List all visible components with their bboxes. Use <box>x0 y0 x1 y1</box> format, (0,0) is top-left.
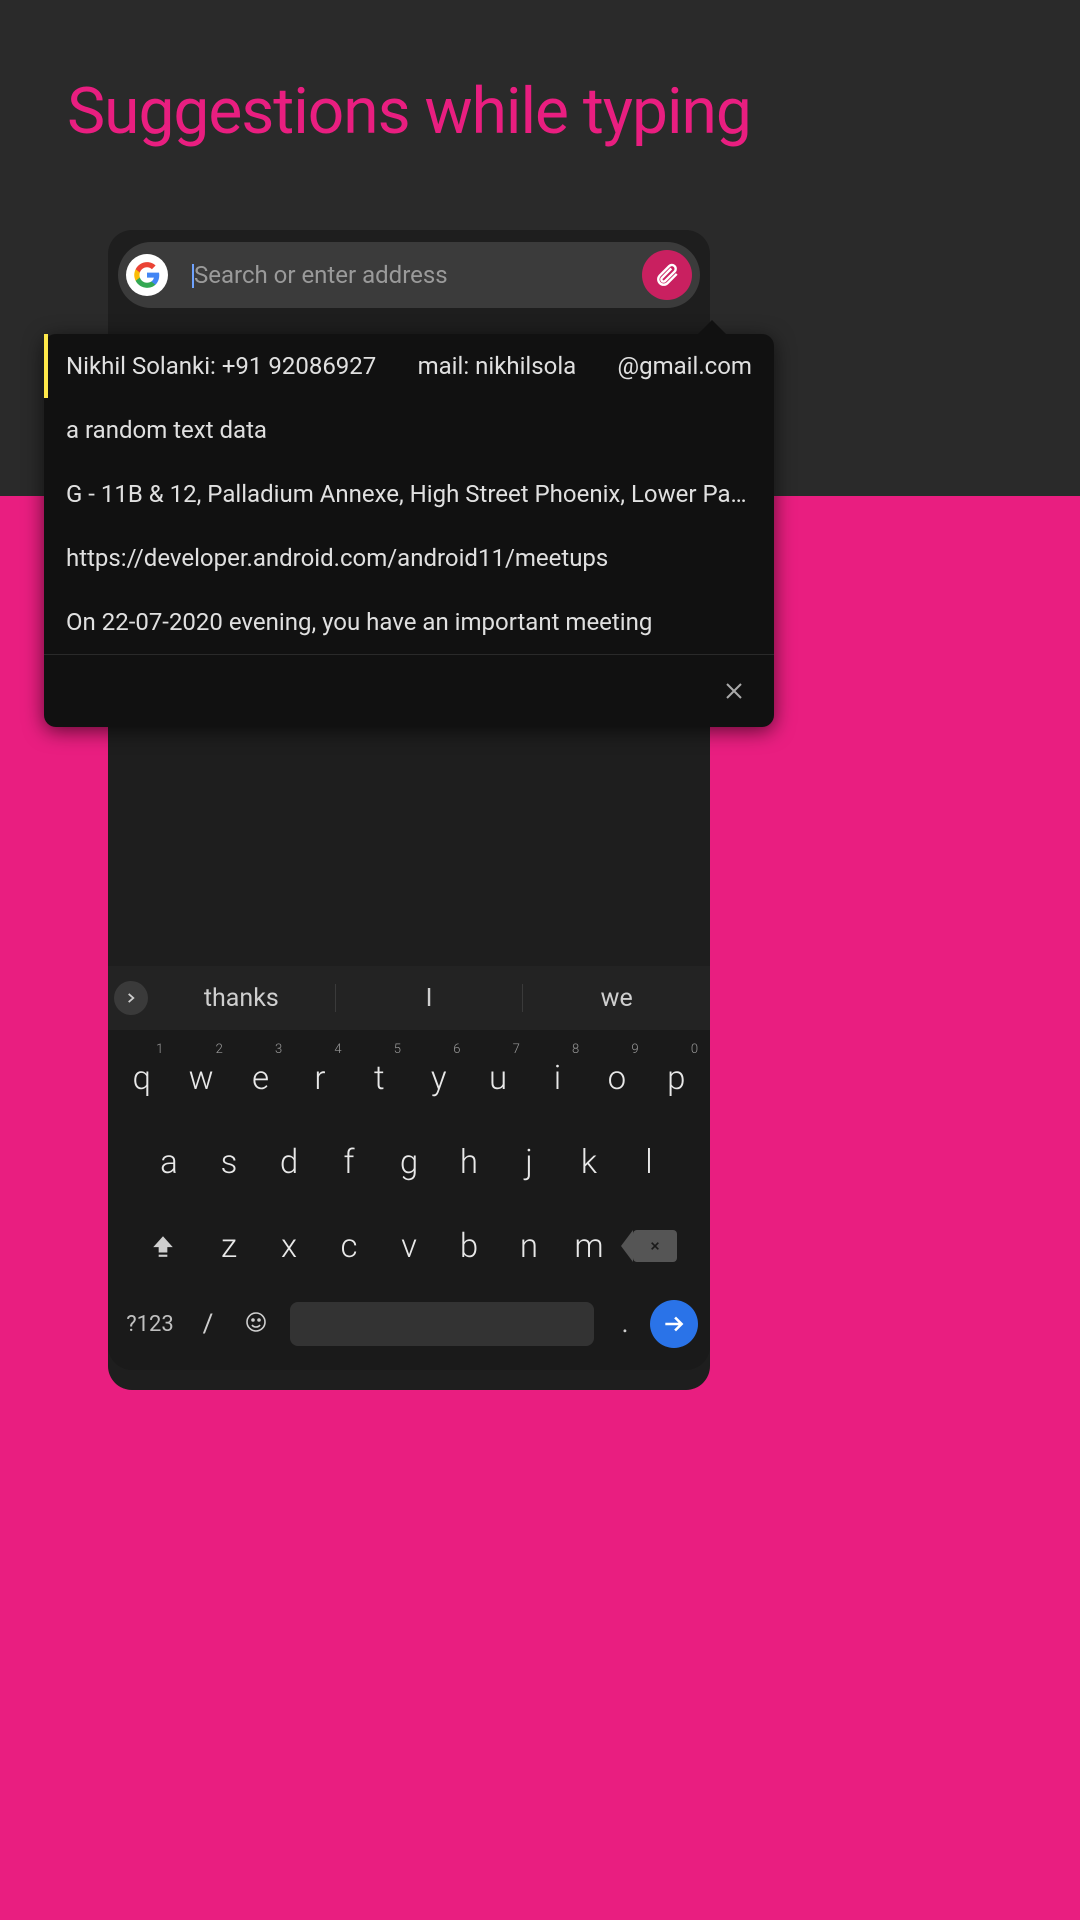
suggestion-text: mail: nikhilsola <box>418 352 577 380</box>
period-key[interactable]: . <box>608 1309 642 1339</box>
key-superscript: 9 <box>631 1042 638 1057</box>
keyboard-suggestion[interactable]: we <box>523 984 710 1013</box>
key-superscript: 7 <box>513 1042 520 1057</box>
search-bar[interactable]: Search or enter address <box>118 242 700 308</box>
key-z[interactable]: z <box>199 1204 259 1288</box>
key-q[interactable]: q1 <box>112 1036 171 1120</box>
key-superscript: 8 <box>572 1042 579 1057</box>
dropdown-arrow-icon <box>698 320 726 334</box>
page-title: Suggestions while typing <box>0 74 818 149</box>
key-x[interactable]: x <box>259 1204 319 1288</box>
slash-key[interactable]: / <box>188 1309 228 1339</box>
key-a[interactable]: a <box>139 1120 199 1204</box>
search-input[interactable]: Search or enter address <box>194 261 642 289</box>
enter-key[interactable] <box>650 1300 698 1348</box>
suggestion-item[interactable]: Nikhil Solanki: +91 92086927 mail: nikhi… <box>44 334 774 398</box>
key-v[interactable]: v <box>379 1204 439 1288</box>
chevron-right-icon <box>124 991 138 1005</box>
key-superscript: 4 <box>334 1042 341 1057</box>
shift-key[interactable] <box>127 1204 199 1288</box>
key-f[interactable]: f <box>319 1120 379 1204</box>
key-s[interactable]: s <box>199 1120 259 1204</box>
key-y[interactable]: y6 <box>409 1036 468 1120</box>
key-r[interactable]: r4 <box>290 1036 349 1120</box>
key-superscript: 6 <box>453 1042 460 1057</box>
keyboard-suggestion[interactable]: I <box>336 984 523 1013</box>
paperclip-icon <box>654 262 680 288</box>
arrow-right-icon <box>661 1311 687 1337</box>
key-m[interactable]: m <box>559 1204 619 1288</box>
key-superscript: 3 <box>275 1042 282 1057</box>
emoji-key[interactable] <box>236 1310 276 1338</box>
suggestion-item[interactable]: On 22-07-2020 evening, you have an impor… <box>44 590 774 654</box>
suggestion-item[interactable]: a random text data <box>44 398 774 462</box>
key-o[interactable]: o9 <box>587 1036 646 1120</box>
symbols-key[interactable]: ?123 <box>120 1312 180 1337</box>
key-t[interactable]: t5 <box>350 1036 409 1120</box>
key-h[interactable]: h <box>439 1120 499 1204</box>
suggestions-dropdown: Nikhil Solanki: +91 92086927 mail: nikhi… <box>44 334 774 727</box>
close-icon <box>722 679 746 703</box>
space-key[interactable] <box>290 1302 594 1346</box>
suggestion-text: Nikhil Solanki: +91 92086927 <box>66 352 376 380</box>
suggestion-item[interactable]: G - 11B & 12, Palladium Annexe, High Str… <box>44 462 774 526</box>
attachment-button[interactable] <box>642 250 692 300</box>
key-e[interactable]: e3 <box>231 1036 290 1120</box>
key-n[interactable]: n <box>499 1204 559 1288</box>
key-c[interactable]: c <box>319 1204 379 1288</box>
emoji-icon <box>244 1310 268 1334</box>
key-superscript: 2 <box>216 1042 223 1057</box>
key-b[interactable]: b <box>439 1204 499 1288</box>
key-superscript: 5 <box>394 1042 401 1057</box>
suggestion-item[interactable]: https://developer.android.com/android11/… <box>44 526 774 590</box>
keyboard: thanks I we q1w2e3r4t5y6u7i8o9p0 asdfghj… <box>108 966 710 1370</box>
keyboard-suggestion-bar: thanks I we <box>108 966 710 1030</box>
text-cursor <box>192 264 194 288</box>
google-logo-icon <box>126 254 168 296</box>
keyboard-suggestion[interactable]: thanks <box>148 984 335 1013</box>
key-d[interactable]: d <box>259 1120 319 1204</box>
backspace-key[interactable] <box>619 1204 691 1288</box>
key-j[interactable]: j <box>499 1120 559 1204</box>
key-k[interactable]: k <box>559 1120 619 1204</box>
key-i[interactable]: i8 <box>528 1036 587 1120</box>
shift-icon <box>150 1233 176 1259</box>
dropdown-close-button[interactable] <box>44 655 774 727</box>
key-l[interactable]: l <box>619 1120 679 1204</box>
key-superscript: 0 <box>691 1042 698 1057</box>
search-placeholder: Search or enter address <box>194 261 448 289</box>
backspace-icon <box>633 1230 677 1262</box>
expand-suggestions-button[interactable] <box>114 981 148 1015</box>
key-w[interactable]: w2 <box>171 1036 230 1120</box>
key-u[interactable]: u7 <box>468 1036 527 1120</box>
key-superscript: 1 <box>156 1042 163 1057</box>
key-g[interactable]: g <box>379 1120 439 1204</box>
suggestion-text: @gmail.com <box>618 352 752 380</box>
key-p[interactable]: p0 <box>647 1036 706 1120</box>
